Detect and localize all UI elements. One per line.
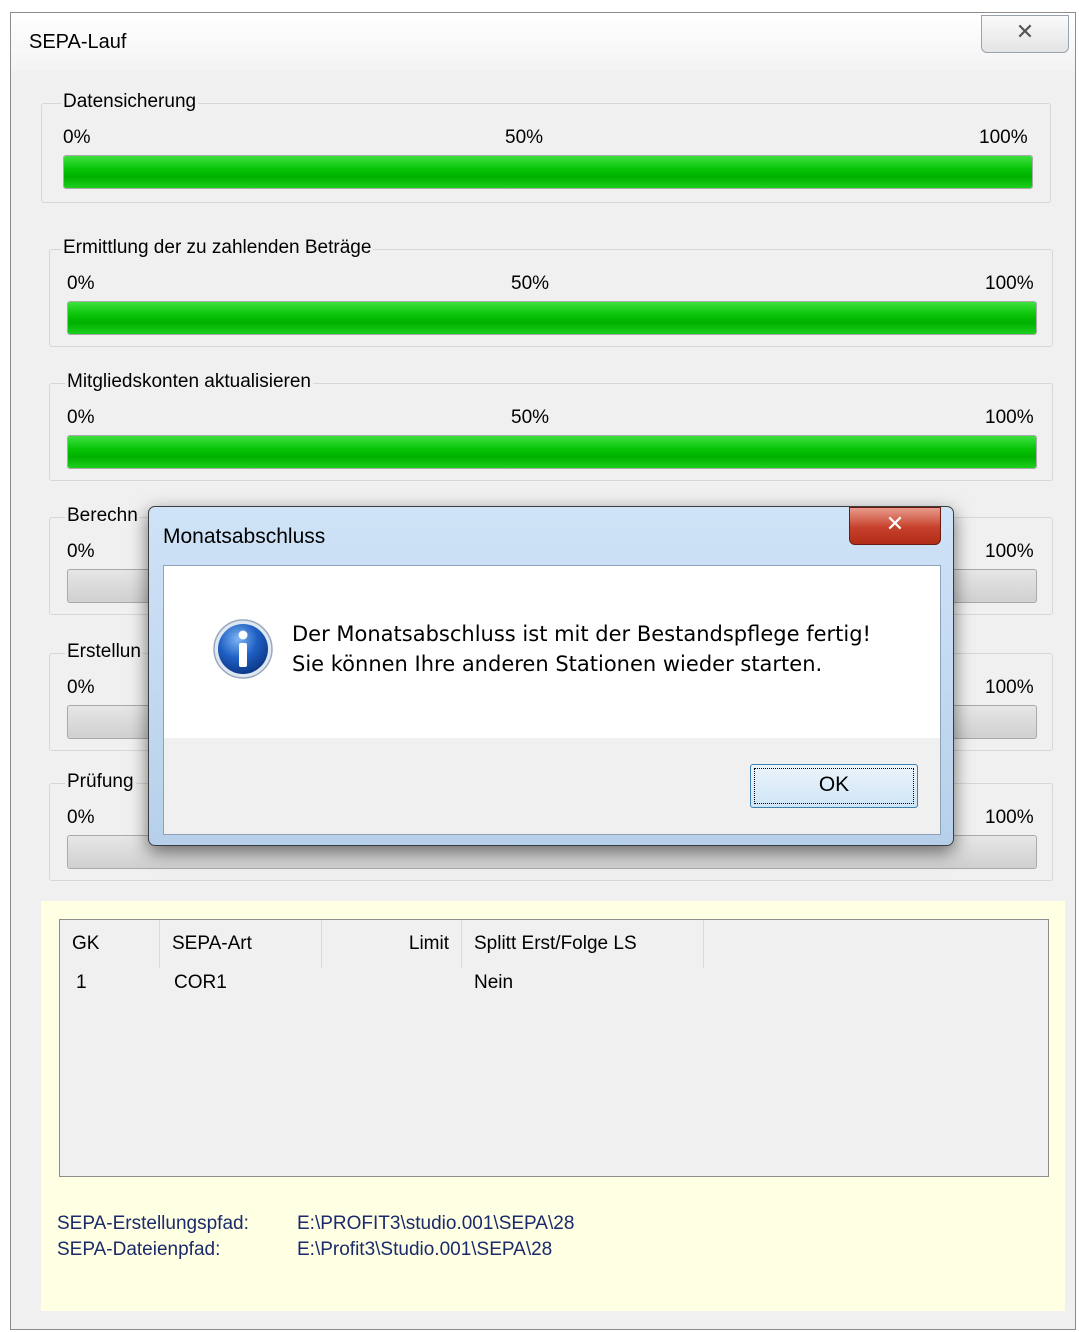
column-header-gk[interactable]: GK — [60, 920, 160, 968]
progress-bar — [67, 301, 1037, 335]
progress-fill — [68, 302, 1036, 334]
progress-group-label: Datensicherung — [61, 91, 199, 113]
progress-group-label: Prüfung — [65, 771, 136, 793]
tick-min: 0% — [63, 127, 91, 148]
tick-max: 100% — [985, 541, 1034, 562]
tick-max: 100% — [985, 677, 1034, 698]
progress-group-label: Berechn — [65, 505, 140, 527]
cell-gk: 1 — [76, 972, 87, 993]
sepa-table[interactable]: GK SEPA-Art Limit Splitt Erst/Folge LS 1… — [59, 919, 1049, 1177]
title-bar: SEPA-Lauf ✕ — [11, 13, 1075, 71]
column-header-limit[interactable]: Limit — [322, 920, 462, 968]
tick-max: 100% — [985, 273, 1034, 294]
tick-max: 100% — [979, 127, 1028, 148]
column-header-sepa-art[interactable]: SEPA-Art — [160, 920, 322, 968]
ok-button[interactable]: OK — [750, 764, 918, 808]
creation-path-label: SEPA-Erstellungspfad: — [57, 1213, 249, 1234]
progress-fill — [68, 436, 1036, 468]
column-header-splitt[interactable]: Splitt Erst/Folge LS — [462, 920, 704, 968]
tick-min: 0% — [67, 807, 95, 828]
tick-min: 0% — [67, 273, 95, 294]
file-path-label: SEPA-Dateienpfad: — [57, 1239, 221, 1260]
tick-max: 100% — [985, 807, 1034, 828]
progress-bar — [63, 155, 1033, 189]
tick-mid: 50% — [511, 273, 550, 294]
progress-bar — [67, 435, 1037, 469]
file-path-value: E:\Profit3\Studio.001\SEPA\28 — [297, 1239, 553, 1260]
progress-group-label: Ermittlung der zu zahlenden Beträge — [61, 237, 374, 259]
cell-sepa-art: COR1 — [174, 972, 227, 993]
tick-min: 0% — [67, 677, 95, 698]
dialog-message-line1: Der Monatsabschluss ist mit der Bestands… — [292, 622, 871, 646]
dialog-close-button[interactable]: ✕ — [849, 507, 941, 545]
progress-fill — [64, 156, 1032, 188]
window-title: SEPA-Lauf — [29, 31, 127, 53]
tick-max: 100% — [985, 407, 1034, 428]
progress-group-label: Mitgliedskonten aktualisieren — [65, 371, 313, 393]
tick-mid: 50% — [505, 127, 544, 148]
tick-mid: 50% — [511, 407, 550, 428]
progress-group-label: Erstellun — [65, 641, 143, 663]
dialog-body: Der Monatsabschluss ist mit der Bestands… — [163, 565, 941, 835]
tick-min: 0% — [67, 407, 95, 428]
window-close-button[interactable]: ✕ — [981, 15, 1069, 53]
dialog-message-line2: Sie können Ihre anderen Stationen wieder… — [292, 652, 823, 676]
dialog-title: Monatsabschluss — [163, 525, 326, 548]
creation-path-value: E:\PROFIT3\studio.001\SEPA\28 — [297, 1213, 575, 1234]
info-icon — [213, 619, 273, 679]
tick-min: 0% — [67, 541, 95, 562]
cell-splitt: Nein — [474, 972, 514, 993]
monatsabschluss-dialog: Monatsabschluss ✕ Der Monatsabschluss is… — [148, 506, 954, 846]
dialog-message-area: Der Monatsabschluss ist mit der Bestands… — [164, 566, 940, 738]
